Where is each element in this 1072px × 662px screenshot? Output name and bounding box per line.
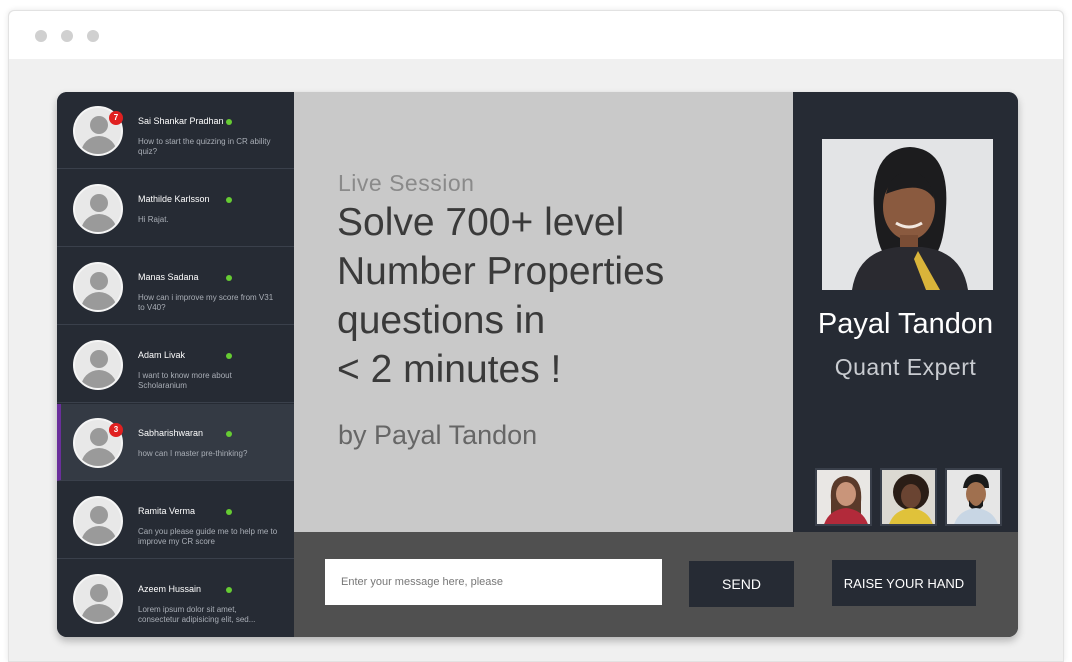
online-status-icon xyxy=(226,197,232,203)
session-title-line: Solve 700+ level xyxy=(337,201,625,244)
live-session-app: 7 Sai Shankar Pradhan How to start the q… xyxy=(57,92,1018,637)
avatar xyxy=(73,340,123,390)
online-status-icon xyxy=(226,431,232,437)
contact-name: Sabharishwaran xyxy=(138,428,204,438)
presenter-portrait-icon xyxy=(822,139,993,290)
contact-last-message: Lorem ipsum dolor sit amet, consectetur … xyxy=(138,605,256,624)
window-dot-icon xyxy=(35,30,47,42)
contact-item[interactable]: Adam Livak I want to know more about Sch… xyxy=(57,326,294,403)
contact-name: Azeem Hussain xyxy=(138,584,202,594)
participant-thumbnail[interactable] xyxy=(945,468,1002,526)
message-input[interactable] xyxy=(325,559,662,605)
presenter-name: Payal Tandon xyxy=(817,308,994,340)
avatar xyxy=(73,262,123,312)
participant-thumbnail[interactable] xyxy=(880,468,937,526)
avatar xyxy=(73,574,123,624)
contact-last-message: I want to know more about Scholaranium xyxy=(138,371,232,390)
unread-badge: 3 xyxy=(109,423,123,437)
session-title-line: questions in xyxy=(337,299,546,342)
contact-list: 7 Sai Shankar Pradhan How to start the q… xyxy=(57,92,294,637)
session-slide: Live Session Solve 700+ level Number Pro… xyxy=(294,92,793,532)
contact-name: Mathilde Karlsson xyxy=(138,194,210,204)
contact-last-message: Hi Rajat. xyxy=(138,215,169,224)
browser-title-bar xyxy=(9,11,1063,59)
contact-item[interactable]: Manas Sadana How can i improve my score … xyxy=(57,248,294,325)
contact-item[interactable]: 7 Sai Shankar Pradhan How to start the q… xyxy=(57,92,294,169)
contact-item[interactable]: Ramita Verma Can you please guide me to … xyxy=(57,482,294,559)
participant-thumbnail[interactable] xyxy=(815,468,872,526)
contact-name: Ramita Verma xyxy=(138,506,196,516)
contact-last-message: Can you please guide me to help me to im… xyxy=(138,527,278,546)
contact-item[interactable]: Azeem Hussain Lorem ipsum dolor sit amet… xyxy=(57,560,294,637)
online-status-icon xyxy=(226,353,232,359)
presenter-role: Quant Expert xyxy=(834,354,977,380)
contact-name: Sai Shankar Pradhan xyxy=(138,116,224,126)
raise-hand-button[interactable]: RAISE YOUR HAND xyxy=(832,560,976,606)
presenter-photo xyxy=(822,139,993,290)
session-title: Solve 700+ level Number Properties quest… xyxy=(337,198,777,394)
participant-photo-icon xyxy=(817,470,870,524)
session-label: Live Session xyxy=(338,170,475,196)
online-status-icon xyxy=(226,275,232,281)
contact-last-message: How can i improve my score from V31 to V… xyxy=(138,293,274,312)
avatar xyxy=(73,496,123,546)
participant-photo-icon xyxy=(947,470,1000,524)
contact-name: Adam Livak xyxy=(138,350,186,360)
contact-last-message: how can I master pre-thinking? xyxy=(138,449,248,458)
online-status-icon xyxy=(226,119,232,125)
presenter-panel: Payal Tandon Quant Expert xyxy=(793,92,1018,532)
window-dot-icon xyxy=(87,30,99,42)
online-status-icon xyxy=(226,587,232,593)
session-byline: by Payal Tandon xyxy=(338,420,538,450)
chat-bar: SEND RAISE YOUR HAND xyxy=(294,532,1018,637)
contact-item[interactable]: Mathilde Karlsson Hi Rajat. xyxy=(57,170,294,247)
avatar xyxy=(73,184,123,234)
contact-item-active[interactable]: 3 Sabharishwaran how can I master pre-th… xyxy=(57,404,294,481)
send-button[interactable]: SEND xyxy=(689,561,794,607)
contact-last-message: How to start the quizzing in CR ability … xyxy=(138,137,271,156)
window-dot-icon xyxy=(61,30,73,42)
session-title-line: < 2 minutes ! xyxy=(337,348,562,391)
participant-photo-icon xyxy=(882,470,935,524)
session-title-line: Number Properties xyxy=(337,250,665,293)
unread-badge: 7 xyxy=(109,111,123,125)
online-status-icon xyxy=(226,509,232,515)
contact-name: Manas Sadana xyxy=(138,272,199,282)
